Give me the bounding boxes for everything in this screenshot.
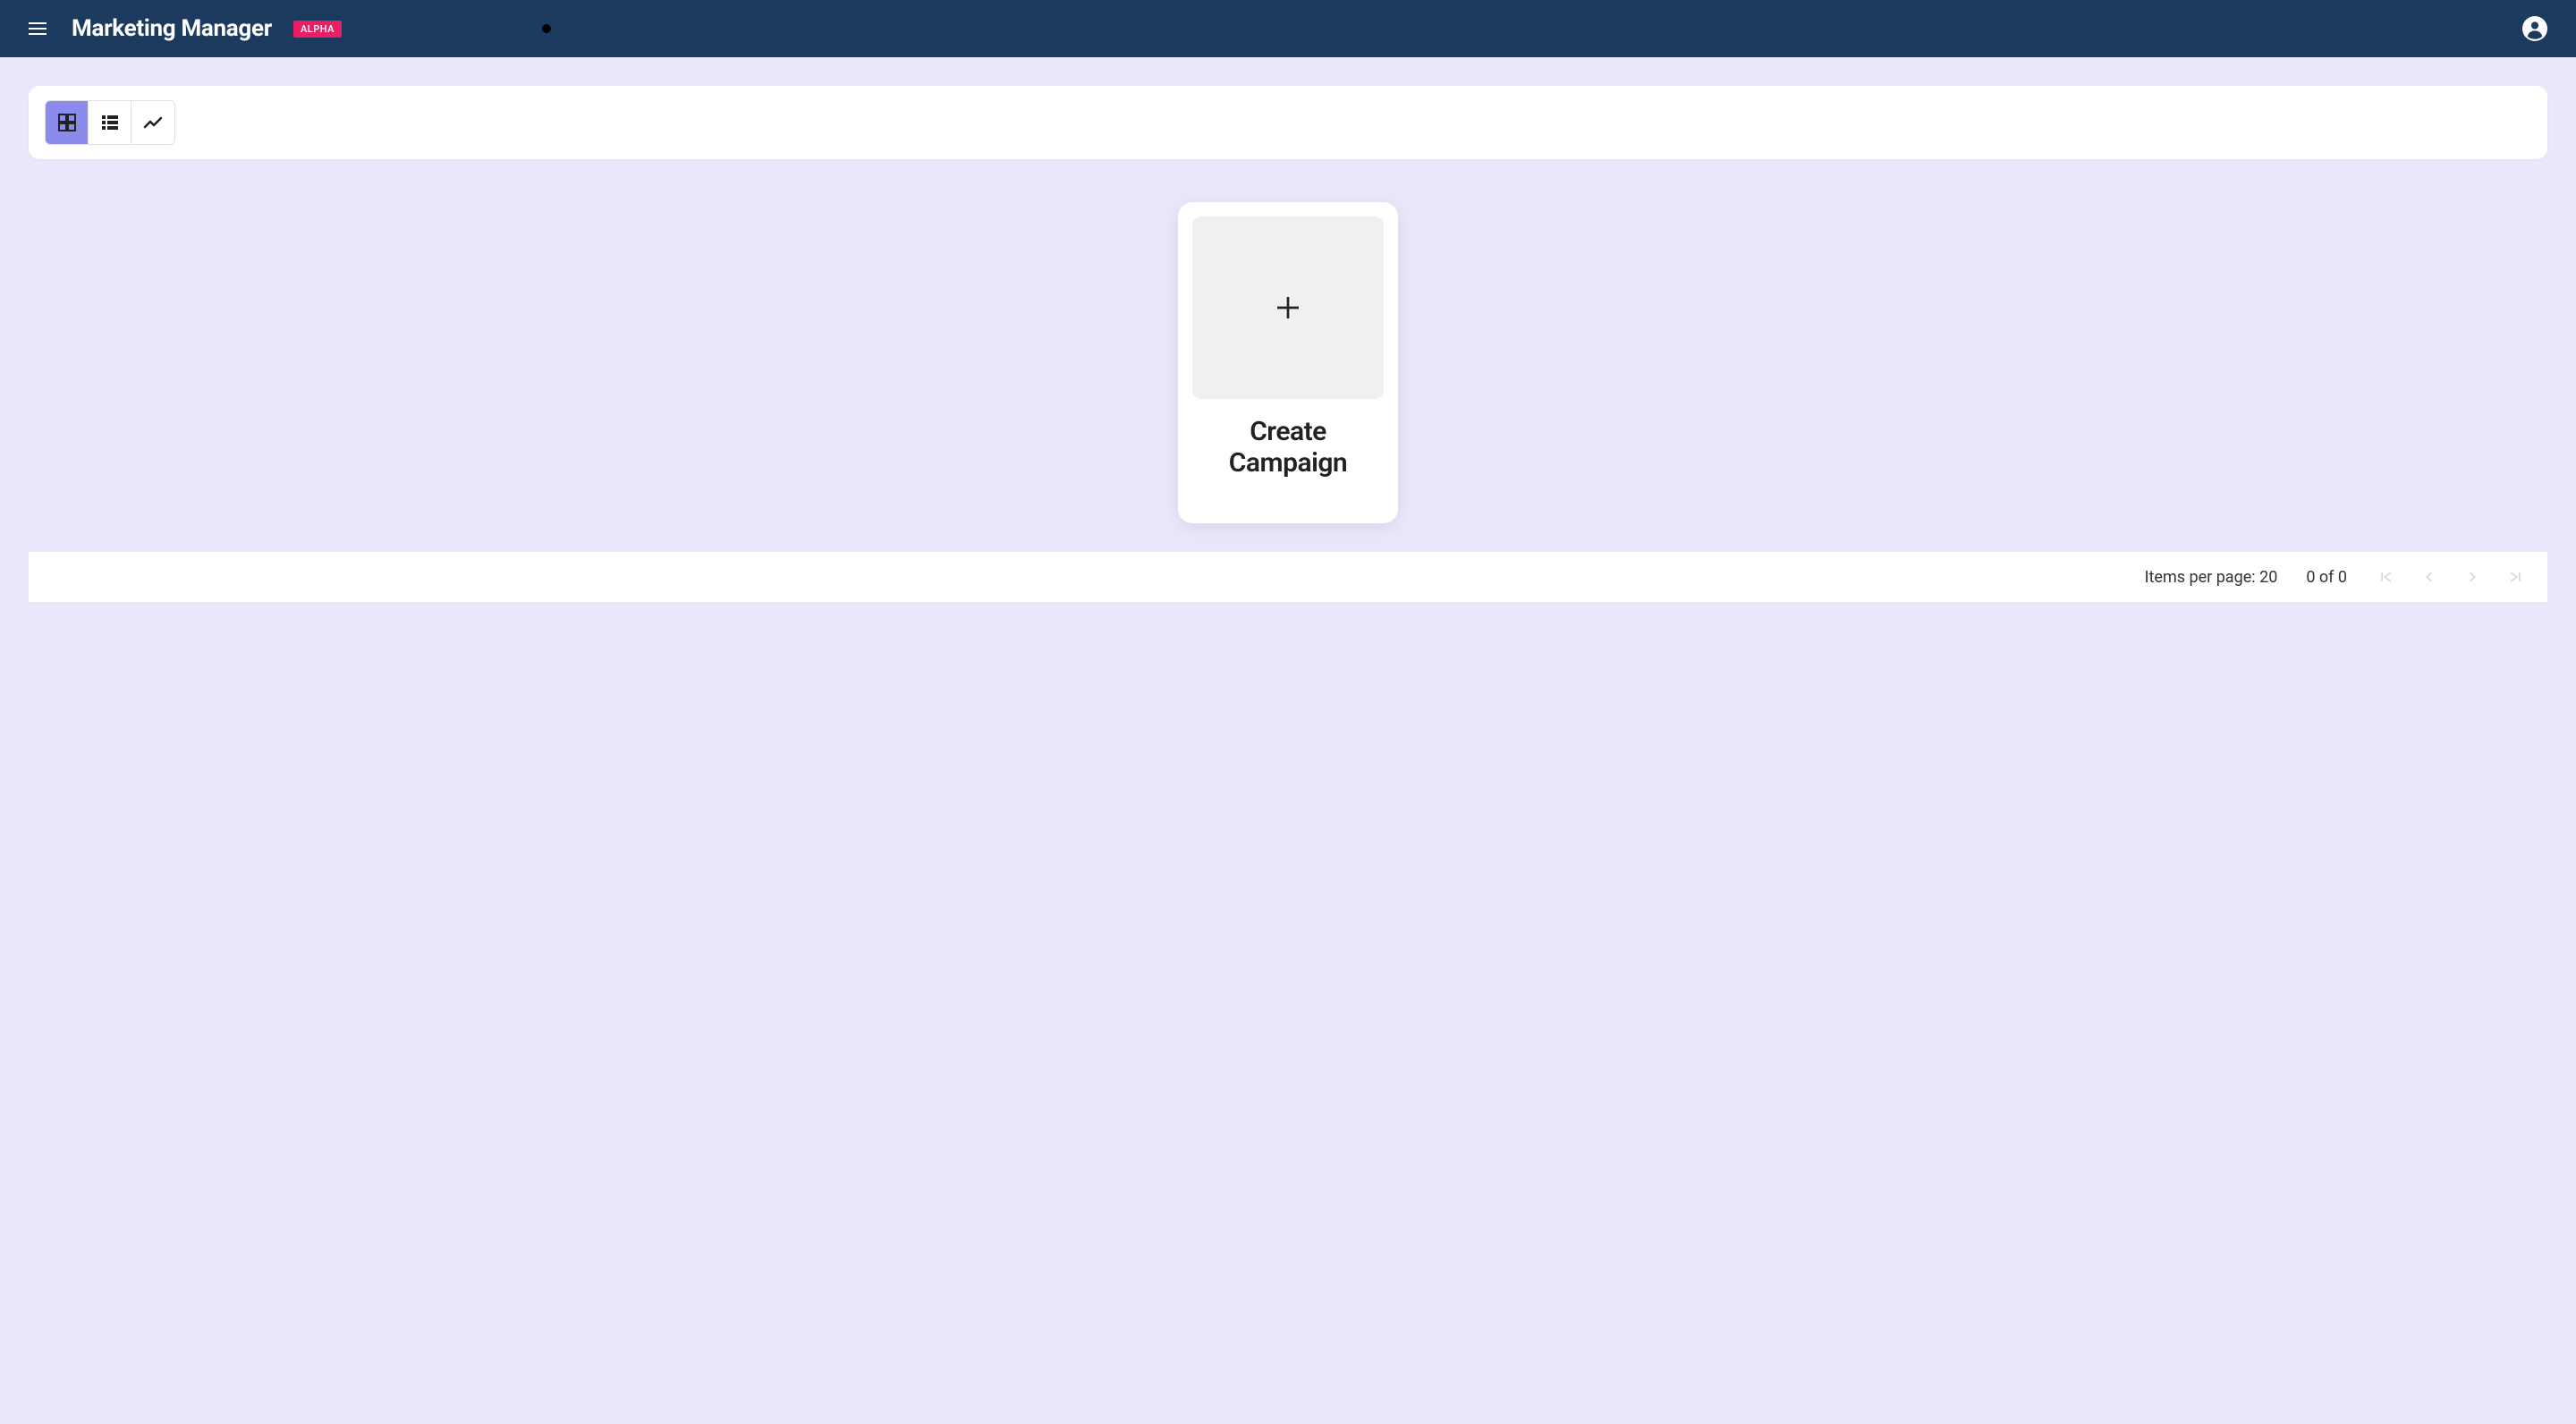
main-content: Create Campaign Items per page: 20 0 of … xyxy=(0,57,2576,631)
card-label: Create Campaign xyxy=(1192,399,1384,509)
pagination-nav xyxy=(2376,566,2526,588)
items-per-page-value[interactable]: 20 xyxy=(2259,568,2277,587)
card-grid: Create Campaign xyxy=(29,202,2547,523)
app-header: Marketing Manager ALPHA xyxy=(0,0,2576,57)
chart-line-icon xyxy=(142,112,164,133)
chevron-right-icon xyxy=(2463,568,2481,586)
last-page-icon xyxy=(2506,568,2524,586)
chevron-left-icon xyxy=(2420,568,2438,586)
prev-page-button[interactable] xyxy=(2419,566,2440,588)
account-icon[interactable] xyxy=(2522,16,2547,41)
alpha-badge: ALPHA xyxy=(293,21,342,38)
view-mode-toggle xyxy=(45,100,175,145)
toolbar xyxy=(29,86,2547,159)
list-icon xyxy=(99,112,121,133)
list-view-button[interactable] xyxy=(89,101,131,144)
app-title: Marketing Manager xyxy=(72,15,272,42)
plus-icon xyxy=(1274,293,1302,322)
first-page-icon xyxy=(2377,568,2395,586)
grid-icon xyxy=(56,112,78,133)
create-campaign-card[interactable]: Create Campaign xyxy=(1178,202,1398,523)
hamburger-menu-icon[interactable] xyxy=(29,18,50,39)
items-per-page: Items per page: 20 xyxy=(2145,568,2278,587)
loading-indicator-icon xyxy=(542,24,551,33)
grid-view-button[interactable] xyxy=(46,101,89,144)
first-page-button[interactable] xyxy=(2376,566,2397,588)
pagination-range: 0 of 0 xyxy=(2306,568,2347,587)
next-page-button[interactable] xyxy=(2462,566,2483,588)
pagination-bar: Items per page: 20 0 of 0 xyxy=(29,552,2547,602)
pagination-info: Items per page: 20 0 of 0 xyxy=(2145,568,2347,587)
chart-view-button[interactable] xyxy=(131,101,174,144)
items-per-page-label: Items per page: xyxy=(2145,568,2256,587)
header-left: Marketing Manager ALPHA xyxy=(29,15,551,42)
card-icon-area xyxy=(1192,216,1384,399)
last-page-button[interactable] xyxy=(2504,566,2526,588)
